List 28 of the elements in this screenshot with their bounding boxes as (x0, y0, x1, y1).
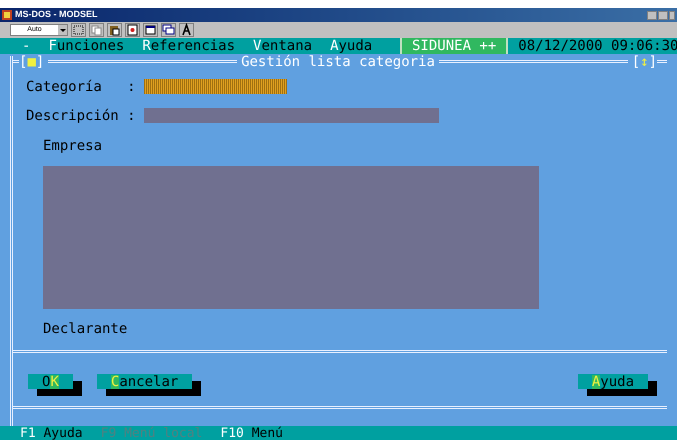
dialog-button[interactable]: Cancelar (96, 374, 192, 389)
mark-icon[interactable] (71, 23, 86, 37)
close-button[interactable] (669, 10, 675, 20)
font-icon[interactable] (179, 23, 194, 37)
app-name-label: SIDUNEA ++ (400, 38, 508, 54)
menu-item[interactable]: Ventana (253, 39, 312, 53)
field-label: Categoría : (26, 80, 137, 94)
section-label: Empresa (43, 139, 102, 153)
fullscreen-icon[interactable] (125, 23, 140, 37)
menu-item[interactable]: Funciones (48, 39, 124, 53)
copy-icon[interactable] (89, 23, 104, 37)
menu-item[interactable]: Referencias (142, 39, 236, 53)
input-field[interactable] (144, 79, 287, 94)
maximize-button[interactable] (658, 10, 668, 20)
input-field[interactable] (144, 108, 439, 123)
dialog-button[interactable]: OK (28, 374, 73, 389)
function-key-hint[interactable]: F10 Menú (220, 426, 284, 440)
section-label: Declarante (43, 322, 128, 336)
window-title: MS-DOS - MODSEL (15, 8, 98, 22)
dialog-title: Gestión lista categoria (241, 55, 435, 69)
properties-icon[interactable] (143, 23, 158, 37)
paste-icon[interactable] (107, 23, 122, 37)
dialog-button[interactable]: Ayuda (578, 374, 648, 389)
app-icon (2, 10, 12, 20)
function-key-hint[interactable]: F1 Ayuda (20, 426, 83, 440)
field-label: Descripción : (26, 108, 137, 122)
minimize-button[interactable] (647, 10, 657, 20)
menu-item[interactable]: Ayuda (330, 39, 372, 53)
